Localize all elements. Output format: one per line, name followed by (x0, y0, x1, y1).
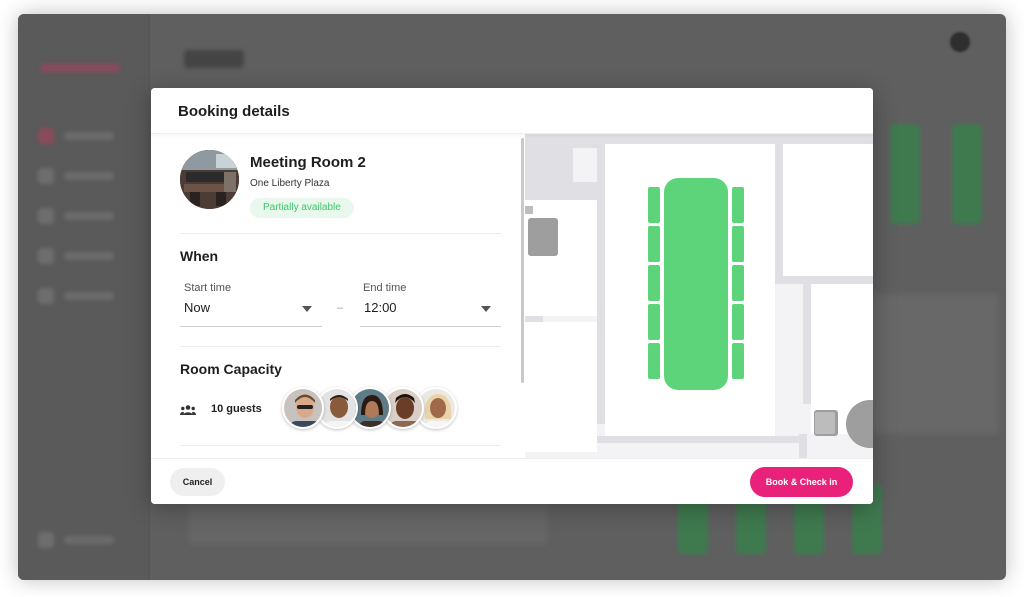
end-time-select[interactable]: 12:00 (360, 297, 501, 327)
cancel-button[interactable]: Cancel (170, 468, 225, 496)
end-time-value: 12:00 (364, 300, 397, 315)
floor-map[interactable] (525, 134, 873, 458)
room-name: Meeting Room 2 (250, 154, 366, 171)
start-time-label: Start time (184, 282, 232, 294)
background-nav-item (38, 248, 128, 264)
booking-form[interactable]: Meeting Room 2 One Liberty Plaza Partial… (151, 134, 523, 458)
form-scrollbar[interactable] (521, 138, 524, 383)
room-photo (180, 150, 239, 209)
floor-plan (525, 134, 873, 458)
background-row (188, 504, 548, 544)
chevron-down-icon (302, 306, 312, 312)
room-photo-image (180, 150, 239, 209)
booking-modal: Booking details Meeting Room 2 One Liber… (151, 88, 873, 504)
group-icon (180, 405, 196, 415)
background-nav-item (38, 128, 128, 144)
when-title: When (180, 248, 219, 264)
avatar (282, 387, 324, 429)
start-time-value: Now (184, 300, 211, 315)
modal-header: Booking details (151, 88, 873, 134)
background-nav-item (38, 208, 128, 224)
availability-badge: Partially available (250, 198, 354, 218)
section-divider (180, 445, 501, 446)
section-divider (180, 346, 501, 347)
background-title (184, 50, 244, 68)
background-icon (950, 32, 970, 52)
book-and-check-in-button[interactable]: Book & Check in (750, 467, 853, 497)
end-time-label: End time (363, 282, 407, 294)
time-separator: – (337, 302, 344, 314)
background-desk (952, 124, 982, 224)
chevron-down-icon (481, 306, 491, 312)
modal-title: Booking details (178, 103, 290, 120)
start-time-select[interactable]: Now (180, 297, 322, 327)
background-desk (890, 124, 920, 224)
background-logo (40, 64, 120, 72)
background-nav-item (38, 168, 128, 184)
room-location: One Liberty Plaza (250, 178, 330, 189)
capacity-title: Room Capacity (180, 361, 282, 377)
background-nav-item (38, 532, 128, 548)
background-nav-item (38, 288, 128, 304)
modal-footer: Cancel Book & Check in (151, 458, 873, 504)
section-divider (180, 233, 501, 234)
guests-count: 10 guests (211, 403, 262, 415)
